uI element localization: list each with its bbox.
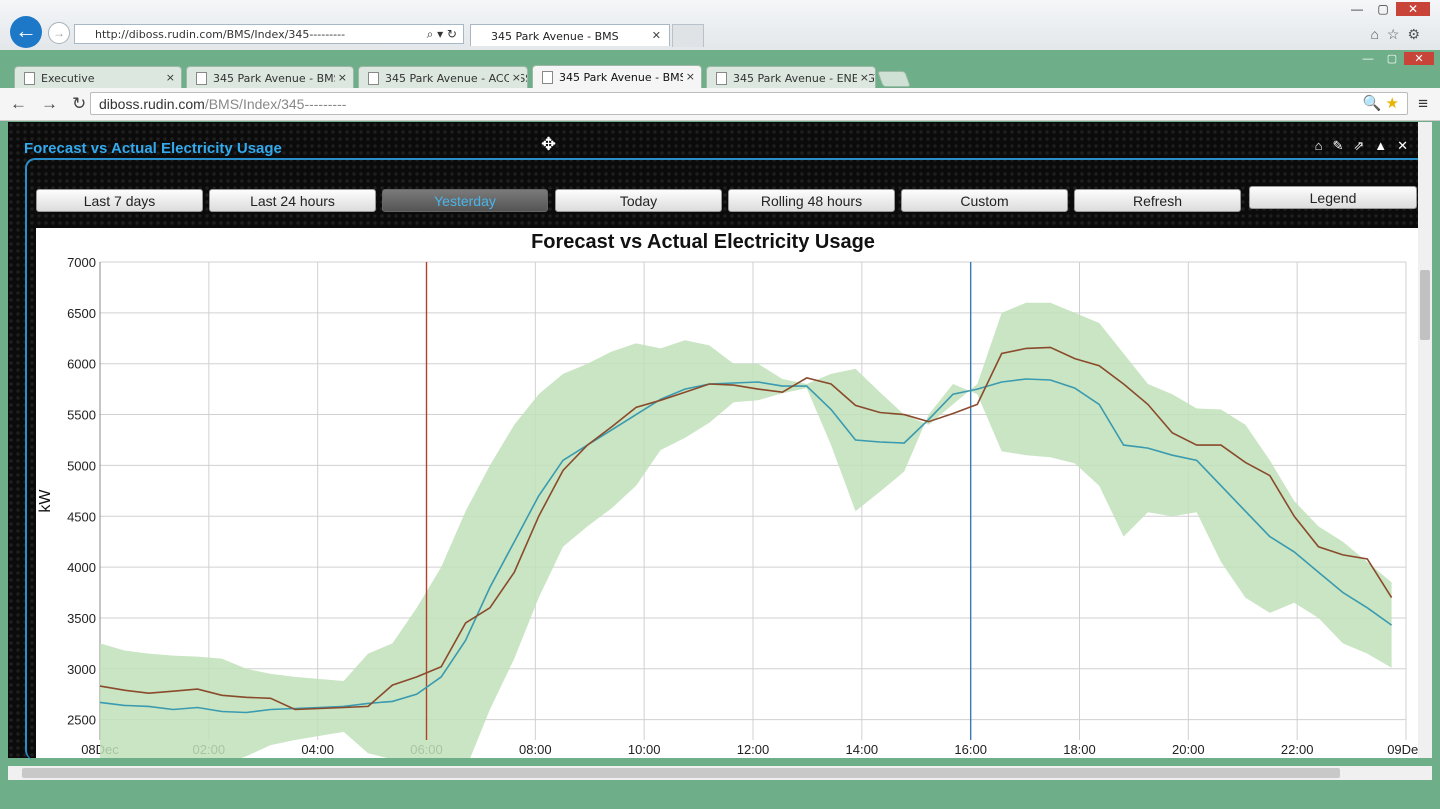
chrome-toolbar: ←→↻ diboss.rudin.com/BMS/Index/345------… <box>0 88 1440 121</box>
zoom-icon[interactable]: 🔍 <box>1363 95 1382 112</box>
y-tick-label: 6000 <box>67 357 96 372</box>
x-tick-label: 12:00 <box>737 742 770 757</box>
last-7-days-button[interactable]: Last 7 days <box>36 189 203 212</box>
y-tick-label: 7000 <box>67 255 96 270</box>
chrome-tab-label: 345 Park Avenue - BMS <box>559 71 687 84</box>
ie-forward-arrow-icon[interactable]: → <box>48 22 70 44</box>
legend-button[interactable]: Legend <box>1249 186 1417 209</box>
ie-back-arrow-icon[interactable]: ← <box>10 16 42 48</box>
chrome-tab-executive[interactable]: Executive × <box>14 66 182 88</box>
refresh-button[interactable]: Refresh <box>1074 189 1241 212</box>
chrome-nav-icons[interactable]: ←→↻ <box>10 94 100 114</box>
ie-address-bar[interactable]: http://diboss.rudin.com/BMS/Index/345---… <box>74 24 464 44</box>
x-tick-label: 16:00 <box>954 742 987 757</box>
chrome-close-icon[interactable]: ✕ <box>1404 52 1434 65</box>
page-favicon-icon <box>716 72 727 85</box>
url-path: /BMS/Index/345--------- <box>204 96 347 112</box>
y-tick-label: 5500 <box>67 408 96 423</box>
x-tick-label: 14:00 <box>846 742 879 757</box>
ie-close-icon[interactable]: ✕ <box>1396 2 1430 16</box>
chrome-minimize-icon[interactable]: — <box>1356 53 1380 65</box>
ie-window-controls: — ▢ ✕ <box>1344 2 1430 16</box>
chrome-new-tab-button[interactable] <box>877 71 911 87</box>
page-favicon-icon <box>368 72 379 85</box>
tab-close-icon[interactable]: × <box>508 71 521 84</box>
move-icon[interactable]: ✥ <box>541 134 556 155</box>
ie-address-tools-icon[interactable]: ⌕ ▾ ↻ <box>427 27 457 42</box>
widget-title: Forecast vs Actual Electricity Usage <box>24 140 282 157</box>
chrome-tab-label: 345 Park Avenue - BMS <box>213 72 341 85</box>
tab-close-icon[interactable]: × <box>162 71 175 84</box>
y-tick-label: 5000 <box>67 458 96 473</box>
chrome-menu-icon[interactable]: ≡ <box>1418 94 1428 114</box>
ie-tab-close-icon[interactable]: ✕ <box>652 29 661 42</box>
y-tick-label: 3500 <box>67 611 96 626</box>
ie-minimize-icon[interactable]: — <box>1344 2 1370 16</box>
chrome-tab-label: 345 Park Avenue - ENERGY <box>733 72 876 85</box>
chrome-tab-bms[interactable]: 345 Park Avenue - BMS × <box>186 66 354 88</box>
actual-series-line <box>99 346 1393 711</box>
page-favicon-icon <box>24 72 35 85</box>
x-tick-label: 08:00 <box>519 742 552 757</box>
url-host: diboss.rudin.com <box>99 96 205 112</box>
yesterday-button[interactable]: Yesterday <box>382 189 548 212</box>
ie-maximize-icon[interactable]: ▢ <box>1370 2 1396 16</box>
ie-address-text: http://diboss.rudin.com/BMS/Index/345---… <box>95 28 346 41</box>
ie-tools-icons[interactable]: ⌂☆⚙ <box>1370 26 1428 43</box>
x-tick-label: 04:00 <box>301 742 334 757</box>
x-tick-label: 09Dec <box>1387 742 1418 757</box>
tab-close-icon[interactable]: × <box>856 71 869 84</box>
chrome-omnibox[interactable]: diboss.rudin.com/BMS/Index/345--------- … <box>90 92 1408 115</box>
x-tick-label: 18:00 <box>1063 742 1096 757</box>
y-tick-label: 4000 <box>67 560 96 575</box>
x-tick-label: 20:00 <box>1172 742 1205 757</box>
last-24-hours-button[interactable]: Last 24 hours <box>209 189 376 212</box>
vertical-scrollbar[interactable] <box>1418 122 1432 758</box>
y-tick-label: 2500 <box>67 713 96 728</box>
tab-close-icon[interactable]: × <box>334 71 347 84</box>
horizontal-scrollbar[interactable] <box>8 766 1432 780</box>
page-favicon-icon <box>542 71 553 84</box>
y-tick-label: 6500 <box>67 306 96 321</box>
vertical-scroll-thumb[interactable] <box>1420 270 1430 340</box>
ie-tab-label: 345 Park Avenue - BMS <box>491 30 619 43</box>
bookmark-star-icon[interactable]: ★ <box>1386 95 1399 112</box>
chrome-tab-label: 345 Park Avenue - ACCESS <box>385 72 528 85</box>
page-favicon-icon <box>196 72 207 85</box>
chart-title: Forecast vs Actual Electricity Usage <box>531 231 875 253</box>
x-tick-label: 10:00 <box>628 742 661 757</box>
rolling-48-hours-button[interactable]: Rolling 48 hours <box>728 189 895 212</box>
widget-toolbar-icons[interactable]: ⌂✎⇗▲✕ <box>1315 138 1418 154</box>
y-tick-label: 4500 <box>67 509 96 524</box>
tab-close-icon[interactable]: × <box>682 70 695 83</box>
ie-new-tab-button[interactable] <box>672 24 704 47</box>
chrome-tab-access[interactable]: 345 Park Avenue - ACCESS × <box>358 66 528 88</box>
x-tick-label: 22:00 <box>1281 742 1314 757</box>
electricity-chart: 2500 3000 3500 4000 4500 5000 5500 6000 6500 7000… <box>37 231 1425 787</box>
horizontal-scroll-thumb[interactable] <box>22 768 1340 778</box>
dashboard-page: Forecast vs Actual Electricity Usage ✥ ⌂… <box>8 122 1427 787</box>
chrome-window-controls: — ▢ ✕ <box>1356 52 1434 65</box>
ie-tab[interactable]: 345 Park Avenue - BMS ✕ <box>470 24 670 46</box>
forecast-confidence-band <box>100 302 1392 787</box>
custom-button[interactable]: Custom <box>901 189 1068 212</box>
y-tick-label: 3000 <box>67 662 96 677</box>
chart-panel: 2500 3000 3500 4000 4500 5000 5500 6000 6500 7000… <box>36 228 1425 787</box>
chrome-tab-energy[interactable]: 345 Park Avenue - ENERGY × <box>706 66 876 88</box>
y-axis-label: kW <box>37 489 54 513</box>
ie-window-chrome: ← → http://diboss.rudin.com/BMS/Index/34… <box>0 0 1440 51</box>
chrome-tab-bms-active[interactable]: 345 Park Avenue - BMS × <box>532 65 702 89</box>
today-button[interactable]: Today <box>555 189 722 212</box>
chrome-tab-label: Executive <box>41 72 95 85</box>
chrome-maximize-icon[interactable]: ▢ <box>1380 52 1404 65</box>
